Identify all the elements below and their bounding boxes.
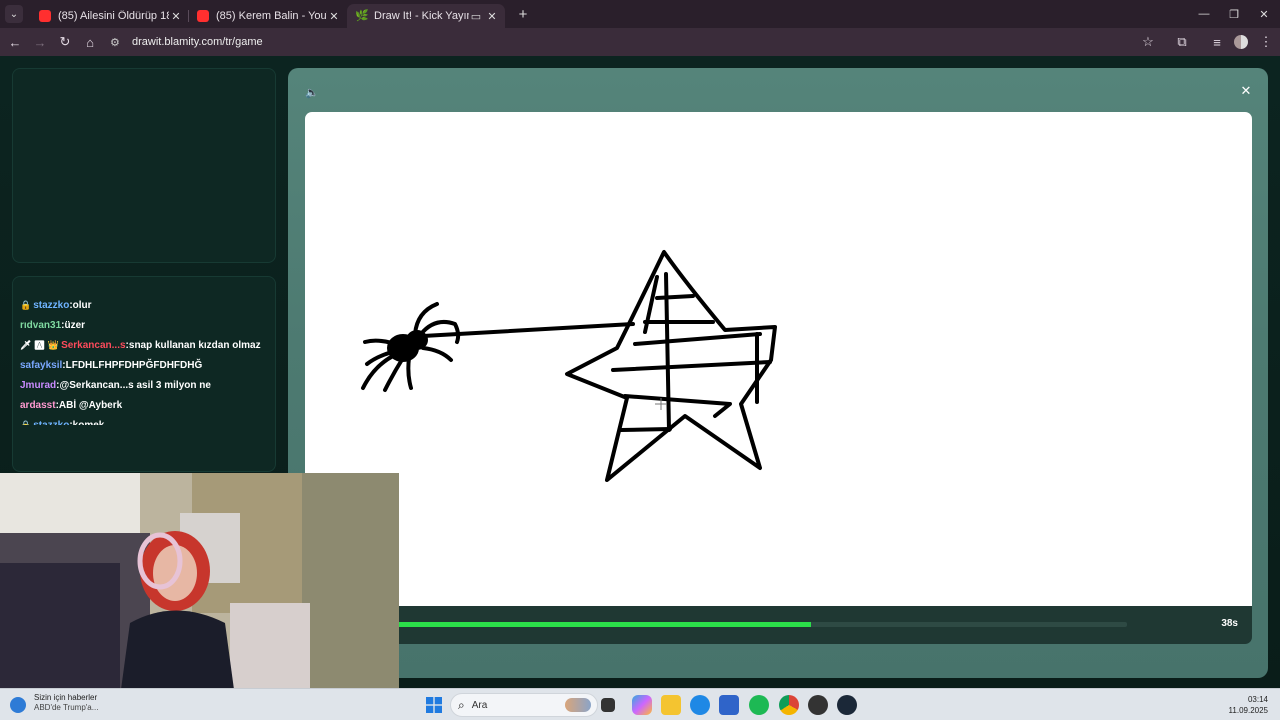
tab-close-icon[interactable]: ✕ — [485, 10, 499, 23]
youtube-icon — [39, 10, 51, 22]
chat-message: 🔒 stazzko:komek — [20, 420, 105, 431]
restore-icon[interactable]: ❐ — [1218, 0, 1250, 28]
leaf-icon: 🌿 — [355, 10, 369, 22]
url-text: drawit.blamity.com/tr/game — [132, 36, 263, 48]
badges-icon: 🗡 🅰 👑 — [20, 340, 60, 350]
chat-text: :üzer — [61, 320, 86, 331]
site-info-icon[interactable]: ⚙ — [110, 36, 126, 49]
back-icon[interactable]: ← — [3, 30, 27, 54]
steam-icon[interactable] — [837, 695, 857, 715]
chat-username[interactable]: rıdvan31 — [20, 320, 61, 331]
chat-message: 🔒 stazzko:olur — [20, 300, 92, 311]
chat-username[interactable]: stazzko — [33, 420, 69, 425]
new-tab-button[interactable]: + — [511, 6, 535, 23]
tab-title: (85) Kerem Balin - YouTube — [216, 10, 327, 22]
home-icon[interactable]: ⌂ — [78, 30, 102, 54]
tab-title: Draw It! - Kick Yayıncıları İçin — [374, 10, 469, 22]
chrome-icon[interactable] — [779, 695, 799, 715]
news-widget[interactable]: Sizin için haberler ABD'de Trump'a... — [34, 693, 98, 713]
tab-close-icon[interactable]: ✕ — [169, 10, 183, 23]
tab-search-icon[interactable]: ⌄ — [5, 5, 23, 23]
chat-username[interactable]: safayksil — [20, 360, 62, 371]
round-timer-bar: 38s — [305, 606, 1252, 644]
clock-date: 11.09.2025 — [1228, 706, 1268, 715]
tab-3-active[interactable]: 🌿 Draw It! - Kick Yayıncıları İçin ▭ ✕ — [347, 4, 505, 28]
copilot-icon[interactable] — [632, 695, 652, 715]
search-icon: ⌕ — [458, 697, 465, 712]
app-icon[interactable] — [808, 695, 828, 715]
chat-text: :komek — [69, 420, 105, 431]
reload-icon[interactable]: ↻ — [53, 30, 77, 54]
speaker-icon[interactable]: 🔈 — [304, 84, 320, 100]
tab-title: (85) Ailesini Öldürüp 18 Yıl Orta — [58, 10, 169, 22]
spotify-icon[interactable] — [749, 695, 769, 715]
search-highlight-icon — [565, 698, 591, 712]
youtube-icon — [197, 10, 209, 22]
lock-badge-icon: 🔒 — [20, 420, 32, 430]
chat-username[interactable]: stazzko — [33, 300, 69, 311]
chat-text: :LFDHLFHPFDHPĞFDHFDHĞ — [62, 360, 203, 371]
close-icon[interactable]: ✕ — [1238, 83, 1254, 99]
drawing-canvas[interactable] — [305, 112, 1252, 606]
chat-message: ardasst:ABİ @Ayberk — [20, 400, 122, 411]
browser-tab-strip: ⌄ (85) Ailesini Öldürüp 18 Yıl Orta ✕ (8… — [0, 0, 1280, 28]
draw-game-modal: 🔈 ✕ 38s — [288, 68, 1268, 678]
chat-username[interactable]: Serkancan...s — [61, 340, 125, 351]
news-headline: ABD'de Trump'a... — [34, 703, 99, 712]
streamer-webcam — [0, 473, 399, 697]
windows-start-icon[interactable] — [424, 695, 444, 715]
file-explorer-icon[interactable] — [661, 695, 681, 715]
news-title: Sizin için haberler — [34, 693, 98, 702]
chat-text: :ABİ @Ayberk — [55, 400, 123, 411]
chat-text: :@Serkancan...s asil 3 milyon ne — [56, 380, 211, 391]
chat-message: 🗡 🅰 👑 Serkancan...s:snap kullanan kızdan … — [20, 340, 261, 351]
menu-dots-icon[interactable]: ⋮ — [1254, 30, 1278, 54]
browser-toolbar: ← → ↻ ⌂ ⚙ drawit.blamity.com/tr/game ☆ ⧉… — [0, 28, 1280, 56]
profile-avatar[interactable] — [1229, 30, 1253, 54]
news-widget-icon[interactable] — [10, 697, 26, 713]
tab-close-icon[interactable]: ✕ — [327, 10, 341, 23]
minimize-icon[interactable]: — — [1188, 0, 1220, 28]
tab-media-icon[interactable]: ▭ — [469, 10, 483, 23]
chat-text: :olur — [69, 300, 92, 311]
system-clock[interactable]: 03:14 11.09.2025 — [1229, 694, 1268, 716]
chat-username[interactable]: ardasst — [20, 400, 56, 411]
extensions-icon[interactable]: ⧉ — [1170, 30, 1194, 54]
chat-username[interactable]: Jmurad — [20, 380, 56, 391]
close-window-icon[interactable]: ✕ — [1248, 0, 1280, 28]
tab-1[interactable]: (85) Ailesini Öldürüp 18 Yıl Orta ✕ — [31, 4, 189, 28]
bookmark-star-icon[interactable]: ☆ — [1136, 30, 1160, 54]
progress-track — [317, 622, 1127, 627]
lock-badge-icon: 🔒 — [20, 300, 32, 310]
round-timer: 38s — [1221, 618, 1238, 629]
chat-text: :snap kullanan kızdan olmaz — [125, 340, 261, 351]
edge-icon[interactable] — [690, 695, 710, 715]
forward-icon[interactable]: → — [28, 30, 52, 54]
search-placeholder: Ara — [471, 699, 488, 711]
drawing-strokes — [361, 250, 777, 482]
webcam-image — [0, 473, 399, 697]
task-view-icon[interactable] — [601, 698, 615, 712]
chat-panel: 🔒 stazzko:olur rıdvan31:üzer 🗡 🅰 👑 Serkanc… — [12, 276, 276, 472]
media-controls-icon[interactable]: ≡ — [1205, 30, 1229, 54]
chat-message: safayksil:LFDHLFHPFDHPĞFDHFDHĞ — [20, 360, 202, 371]
stream-preview-panel — [12, 68, 276, 263]
chat-message: rıdvan31:üzer — [20, 320, 85, 331]
os-taskbar: Sizin için haberler ABD'de Trump'a... ⌕ … — [0, 688, 1280, 720]
clock-time: 03:14 — [1247, 695, 1268, 704]
address-bar[interactable]: ⚙ drawit.blamity.com/tr/game — [104, 31, 1164, 53]
store-icon[interactable] — [719, 695, 739, 715]
chat-message: Jmurad:@Serkancan...s asil 3 milyon ne — [20, 380, 211, 391]
taskbar-search[interactable]: ⌕ Ara — [450, 693, 598, 717]
tab-2[interactable]: (85) Kerem Balin - YouTube ✕ — [189, 4, 347, 28]
